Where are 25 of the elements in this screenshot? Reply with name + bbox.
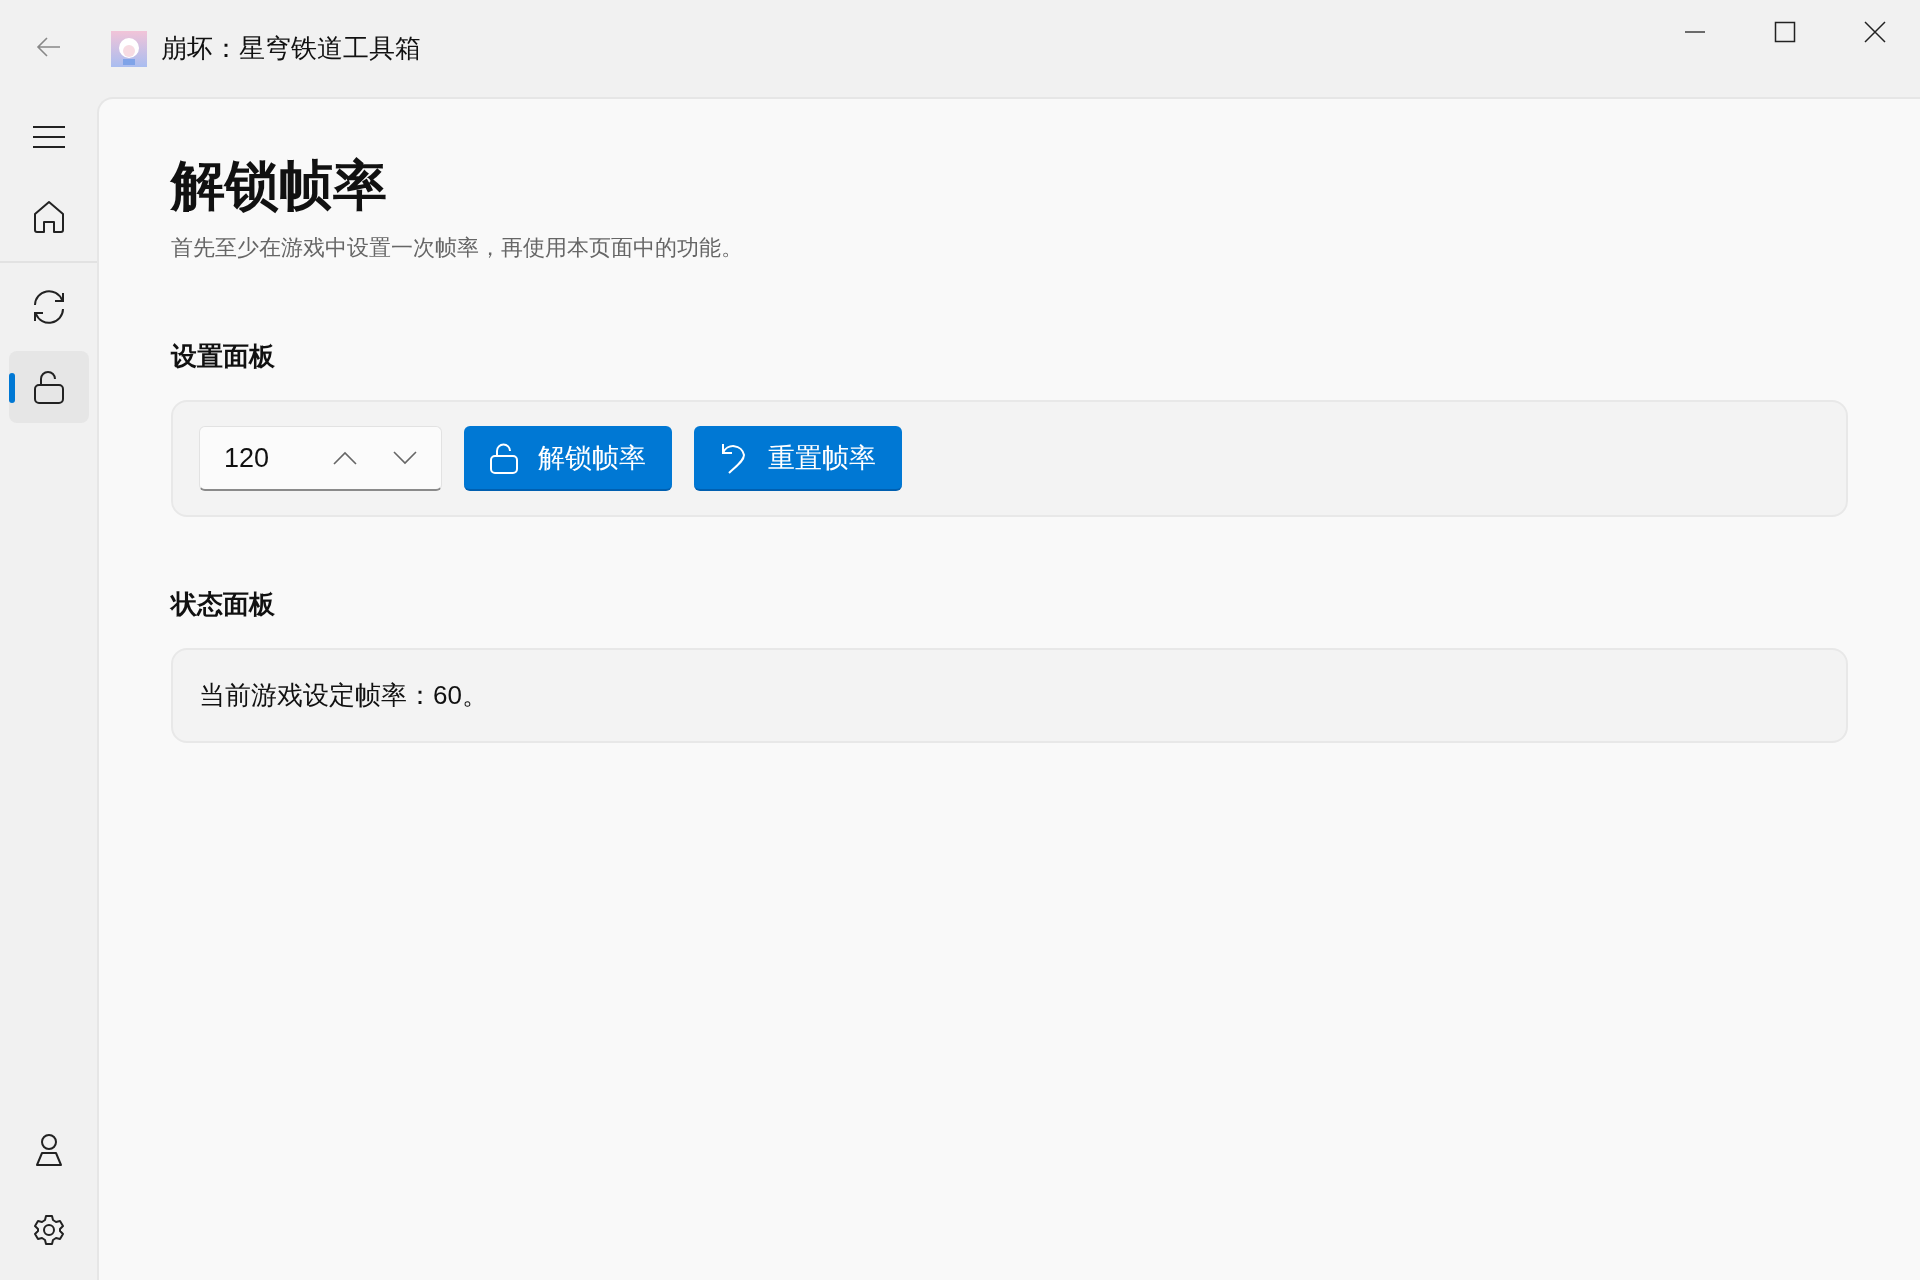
increment-icon[interactable]: [333, 451, 357, 465]
back-arrow-icon: [35, 35, 62, 58]
maximize-icon: [1774, 21, 1796, 43]
menu-icon: [31, 125, 66, 149]
person-icon: [33, 1133, 64, 1167]
page-title: 解锁帧率: [171, 154, 387, 217]
app-icon: [111, 30, 147, 67]
decrement-icon[interactable]: [393, 451, 417, 465]
status-text: 当前游戏设定帧率：60。: [199, 680, 488, 710]
close-icon: [1864, 21, 1886, 43]
window-title: 崩坏：星穹铁道工具箱: [161, 32, 421, 65]
settings-icon: [32, 1214, 65, 1246]
unlock-button[interactable]: 解锁帧率: [464, 426, 672, 491]
lock-nav-item[interactable]: [8, 351, 89, 423]
open-padlock-icon: [490, 441, 518, 474]
page-subtitle: 首先至少在游戏中设置一次帧率，再使用本页面中的功能。: [171, 234, 743, 262]
section-heading: 状态面板: [171, 588, 275, 621]
section-heading: 设置面板: [171, 340, 275, 373]
sync-icon: [31, 290, 66, 324]
home-icon: [32, 200, 65, 234]
open-padlock-icon: [33, 370, 64, 404]
reset-button[interactable]: 重置帧率: [694, 426, 902, 491]
undo-icon: [720, 441, 748, 474]
minimize-icon: [1684, 31, 1706, 33]
frame-rate-number-box[interactable]: 120: [199, 426, 442, 491]
